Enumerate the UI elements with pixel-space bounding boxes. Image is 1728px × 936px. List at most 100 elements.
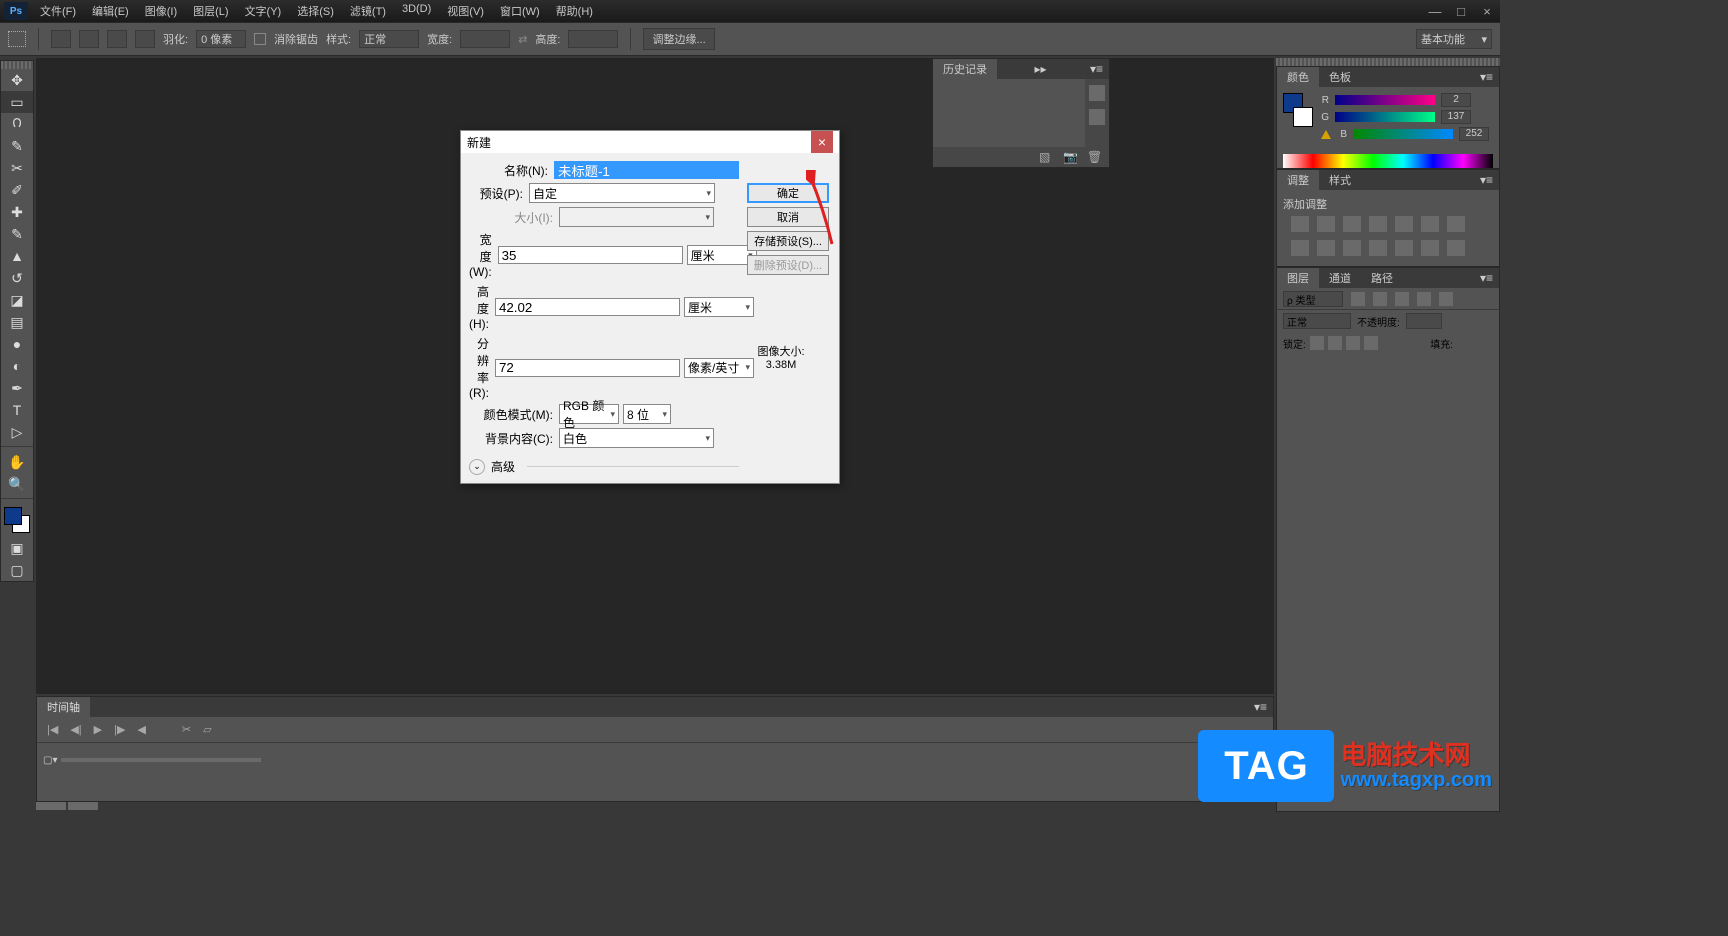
- photo-filter-icon[interactable]: [1291, 240, 1309, 256]
- minimize-button[interactable]: —: [1422, 1, 1448, 21]
- tab-paths[interactable]: 路径: [1361, 268, 1403, 288]
- filter-smart-icon[interactable]: [1439, 292, 1453, 306]
- opacity-input[interactable]: [1406, 313, 1442, 329]
- menu-window[interactable]: 窗口(W): [492, 3, 548, 19]
- menu-select[interactable]: 选择(S): [289, 3, 342, 19]
- camera-icon[interactable]: 📷: [1063, 150, 1077, 164]
- tool-preset-icon[interactable]: [8, 31, 26, 47]
- prev-frame-icon[interactable]: ◀|: [70, 723, 81, 736]
- menu-image[interactable]: 图像(I): [137, 3, 185, 19]
- quick-select-tool-icon[interactable]: ✎: [1, 135, 33, 157]
- menu-file[interactable]: 文件(F): [32, 3, 84, 19]
- tab-timeline[interactable]: 时间轴: [37, 697, 90, 717]
- gradient-tool-icon[interactable]: ▤: [1, 311, 33, 333]
- menu-layer[interactable]: 图层(L): [185, 3, 236, 19]
- color-lookup-icon[interactable]: [1343, 240, 1361, 256]
- r-slider[interactable]: [1335, 95, 1435, 105]
- advanced-toggle[interactable]: ⌄: [469, 459, 485, 475]
- first-frame-icon[interactable]: |◀: [47, 723, 58, 736]
- pen-tool-icon[interactable]: ✒: [1, 377, 33, 399]
- exposure-icon[interactable]: [1369, 216, 1387, 232]
- add-selection-icon[interactable]: [79, 30, 99, 48]
- tab-layers[interactable]: 图层: [1277, 268, 1319, 288]
- posterize-icon[interactable]: [1395, 240, 1413, 256]
- menu-type[interactable]: 文字(Y): [237, 3, 290, 19]
- workspace-dropdown[interactable]: 基本功能 ▾: [1416, 29, 1492, 49]
- panel-menu-icon[interactable]: ▾≡: [1474, 271, 1499, 285]
- transition-icon[interactable]: ▱: [203, 723, 211, 736]
- height-input[interactable]: [568, 30, 618, 48]
- filter-type-icon[interactable]: [1395, 292, 1409, 306]
- subtract-selection-icon[interactable]: [107, 30, 127, 48]
- lasso-tool-icon[interactable]: ౧: [1, 113, 33, 135]
- threshold-icon[interactable]: [1421, 240, 1439, 256]
- healing-brush-tool-icon[interactable]: ✚: [1, 201, 33, 223]
- resolution-input[interactable]: [495, 359, 680, 377]
- color-swatch[interactable]: [4, 507, 30, 533]
- layer-kind-dropdown[interactable]: ρ 类型: [1283, 291, 1343, 307]
- bw-icon[interactable]: [1447, 216, 1465, 232]
- blur-tool-icon[interactable]: ●: [1, 333, 33, 355]
- foreground-color[interactable]: [4, 507, 22, 525]
- marquee-tool-icon[interactable]: ▭: [1, 91, 33, 113]
- tab-history[interactable]: 历史记录: [933, 59, 997, 79]
- b-slider[interactable]: [1353, 129, 1453, 139]
- panel-grip[interactable]: [1, 61, 33, 69]
- type-tool-icon[interactable]: T: [1, 399, 33, 421]
- play-icon[interactable]: ▶: [94, 723, 102, 736]
- eraser-tool-icon[interactable]: ◪: [1, 289, 33, 311]
- collapse-icon[interactable]: ▸▸: [1028, 62, 1052, 76]
- height-input[interactable]: [495, 298, 680, 316]
- tab-styles[interactable]: 样式: [1319, 170, 1361, 190]
- doc-tab[interactable]: [36, 802, 66, 810]
- g-slider[interactable]: [1335, 112, 1435, 122]
- zoom-tool-icon[interactable]: 🔍: [1, 473, 33, 495]
- timeline-zoom-slider[interactable]: [61, 758, 261, 762]
- panel-menu-icon[interactable]: ▾≡: [1248, 700, 1273, 714]
- new-snapshot-icon[interactable]: ▧: [1039, 150, 1053, 164]
- menu-edit[interactable]: 编辑(E): [84, 3, 137, 19]
- dodge-tool-icon[interactable]: ◐: [1, 355, 33, 377]
- tab-color[interactable]: 颜色: [1277, 67, 1319, 87]
- lock-pixels-icon[interactable]: [1328, 336, 1342, 350]
- blend-mode-dropdown[interactable]: 正常: [1283, 313, 1351, 329]
- color-mode-dropdown[interactable]: RGB 颜色▾: [559, 404, 619, 424]
- lock-position-icon[interactable]: [1346, 336, 1360, 350]
- actions-icon[interactable]: [1089, 109, 1105, 125]
- menu-view[interactable]: 视图(V): [439, 3, 492, 19]
- g-value[interactable]: 137: [1441, 110, 1471, 124]
- clone-stamp-tool-icon[interactable]: ▲: [1, 245, 33, 267]
- screenmode-icon[interactable]: ▢: [1, 559, 33, 581]
- eyedropper-tool-icon[interactable]: ✐: [1, 179, 33, 201]
- panel-menu-icon[interactable]: ▾≡: [1474, 70, 1499, 84]
- hand-tool-icon[interactable]: ✋: [1, 451, 33, 473]
- trash-icon[interactable]: 🗑: [1087, 150, 1101, 164]
- tab-channels[interactable]: 通道: [1319, 268, 1361, 288]
- move-tool-icon[interactable]: ✥: [1, 69, 33, 91]
- bit-depth-dropdown[interactable]: 8 位▾: [623, 404, 671, 424]
- vibrance-icon[interactable]: [1395, 216, 1413, 232]
- panel-menu-icon[interactable]: ▾≡: [1474, 173, 1499, 187]
- name-input[interactable]: [554, 161, 739, 179]
- timeline-dropdown[interactable]: ▢▾: [43, 755, 57, 766]
- hue-icon[interactable]: [1421, 216, 1439, 232]
- filter-shape-icon[interactable]: [1417, 292, 1431, 306]
- background-color[interactable]: [1293, 107, 1313, 127]
- menu-help[interactable]: 帮助(H): [548, 3, 601, 19]
- antialias-checkbox[interactable]: [254, 33, 266, 45]
- brush-tool-icon[interactable]: ✎: [1, 223, 33, 245]
- history-icon[interactable]: [1089, 85, 1105, 101]
- new-selection-icon[interactable]: [51, 30, 71, 48]
- tab-adjustments[interactable]: 调整: [1277, 170, 1319, 190]
- channel-mixer-icon[interactable]: [1317, 240, 1335, 256]
- menu-3d[interactable]: 3D(D): [394, 3, 439, 19]
- b-value[interactable]: 252: [1459, 127, 1489, 141]
- last-frame-icon[interactable]: ◀: [137, 723, 145, 736]
- doc-tab[interactable]: [68, 802, 98, 810]
- tab-swatches[interactable]: 色板: [1319, 67, 1361, 87]
- save-preset-button[interactable]: 存储预设(S)...: [747, 231, 829, 251]
- crop-tool-icon[interactable]: ✂: [1, 157, 33, 179]
- filter-pixel-icon[interactable]: [1351, 292, 1365, 306]
- curves-icon[interactable]: [1343, 216, 1361, 232]
- invert-icon[interactable]: [1369, 240, 1387, 256]
